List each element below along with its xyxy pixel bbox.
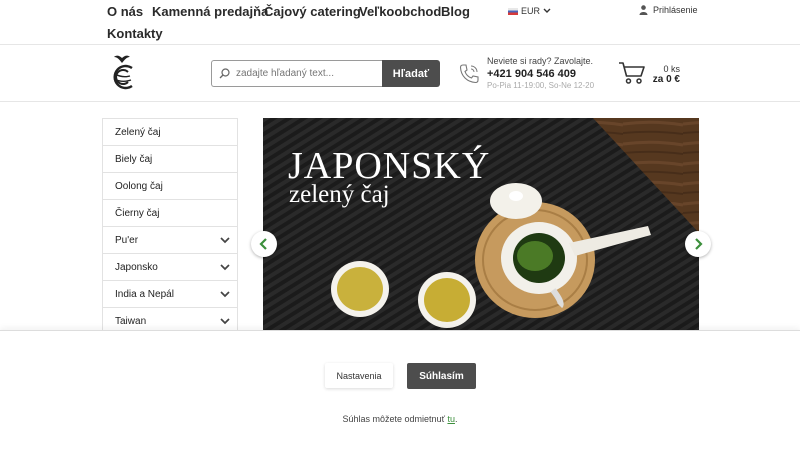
- cart-icon[interactable]: [618, 61, 646, 85]
- cart-total: za 0 €: [652, 74, 680, 85]
- chevron-down-icon[interactable]: [220, 263, 230, 271]
- user-icon: [639, 5, 648, 15]
- category-item[interactable]: Biely čaj: [103, 146, 237, 173]
- hero-banner[interactable]: JAPONSKÝ zelený čaj: [263, 118, 699, 331]
- nav-link-blog[interactable]: Blog: [441, 4, 470, 19]
- cookie-consent-bar: Nastavenia Súhlasím Súhlas môžete odmiet…: [0, 330, 800, 450]
- search-bar: Hľadať: [211, 60, 440, 87]
- logo[interactable]: [108, 54, 136, 94]
- cookie-reject-link[interactable]: tu: [447, 414, 455, 424]
- top-navigation: O nás Kamenná predajňa Čajový catering V…: [0, 0, 800, 45]
- chevron-down-icon: [543, 8, 551, 13]
- carousel-next-button[interactable]: [685, 231, 711, 257]
- category-item[interactable]: India a Nepál: [103, 281, 237, 308]
- category-label: Pu'er: [115, 234, 139, 246]
- chevron-down-icon[interactable]: [220, 290, 230, 298]
- cookie-note-text: Súhlas môžete odmietnuť: [342, 414, 448, 424]
- category-label: Japonsko: [115, 261, 158, 273]
- currency-selector[interactable]: EUR: [508, 6, 551, 16]
- phone-icon: [459, 64, 479, 84]
- currency-label: EUR: [521, 6, 541, 16]
- category-label: Čierny čaj: [115, 207, 160, 219]
- nav-link-stone-shop[interactable]: Kamenná predajňa: [152, 4, 268, 19]
- cookie-agree-button[interactable]: Súhlasím: [407, 363, 476, 389]
- nav-link-contacts[interactable]: Kontakty: [107, 26, 163, 41]
- category-menu: Zelený čaj Biely čaj Oolong čaj Čierny čaj P…: [102, 118, 238, 335]
- category-item[interactable]: Japonsko: [103, 254, 237, 281]
- banner-subtitle: zelený čaj: [289, 181, 390, 208]
- login-label: Prihlásenie: [653, 5, 698, 15]
- carousel-prev-button[interactable]: [251, 231, 277, 257]
- category-item[interactable]: Zelený čaj: [103, 119, 237, 146]
- contact-info: Neviete si rady? Zavolajte. +421 904 546…: [487, 56, 602, 90]
- cart-count: 0 ks: [663, 64, 680, 74]
- search-input[interactable]: [236, 68, 376, 79]
- category-item[interactable]: Oolong čaj: [103, 173, 237, 200]
- opening-hours: Po-Pia 11-19:00, So-Ne 12-20: [487, 81, 595, 90]
- nav-link-tea-catering[interactable]: Čajový catering: [264, 4, 361, 19]
- category-label: Zelený čaj: [115, 126, 161, 138]
- cookie-note: Súhlas môžete odmietnuť tu.: [0, 414, 800, 424]
- cookie-note-end: .: [454, 414, 458, 424]
- search-button[interactable]: Hľadať: [382, 60, 440, 87]
- category-label: Biely čaj: [115, 153, 153, 165]
- nav-link-wholesale[interactable]: Veľkoobchod: [359, 4, 441, 19]
- arrow-right-icon: [695, 238, 703, 250]
- chevron-down-icon[interactable]: [220, 236, 230, 244]
- category-item[interactable]: Pu'er: [103, 227, 237, 254]
- chevron-down-icon[interactable]: [220, 317, 230, 325]
- category-label: Taiwan: [115, 315, 147, 327]
- search-icon: [219, 68, 230, 79]
- cart-summary[interactable]: 0 ks za 0 €: [648, 64, 680, 85]
- category-label: Oolong čaj: [115, 180, 163, 192]
- search-field[interactable]: [211, 60, 382, 87]
- contact-question: Neviete si rady? Zavolajte.: [487, 56, 594, 66]
- category-item[interactable]: Čierny čaj: [103, 200, 237, 227]
- login-link[interactable]: Prihlásenie: [639, 5, 698, 15]
- category-label: India a Nepál: [115, 288, 174, 300]
- cookie-settings-button[interactable]: Nastavenia: [325, 363, 393, 388]
- arrow-left-icon: [259, 238, 267, 250]
- site-header: Hľadať Neviete si rady? Zavolajte. +421 …: [0, 45, 800, 102]
- flag-icon: [508, 7, 518, 15]
- phone-number[interactable]: +421 904 546 409: [487, 68, 602, 80]
- nav-link-about[interactable]: O nás: [107, 4, 143, 19]
